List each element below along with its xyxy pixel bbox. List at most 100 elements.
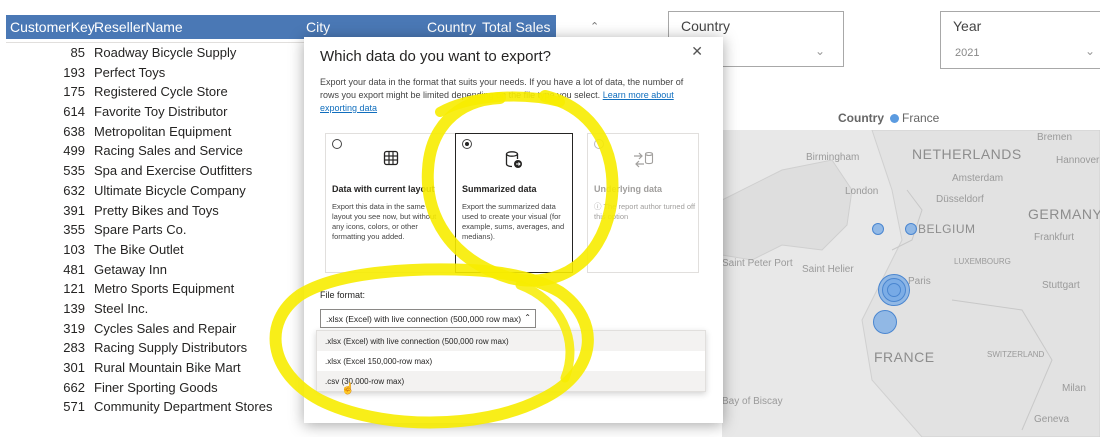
dialog-title: Which data do you want to export? [320, 48, 551, 65]
cell-customerkey: 391 [63, 202, 85, 218]
map-label-saint-helier: Saint Helier [802, 264, 854, 275]
mouse-pointer-icon: ☝ [341, 383, 355, 395]
header-country[interactable]: Country [427, 19, 476, 35]
file-format-option-csv[interactable]: .csv (30,000-row max) [317, 371, 705, 391]
cell-resellername: The Bike Outlet [94, 241, 184, 257]
map-bubble[interactable] [873, 310, 897, 334]
export-data-dialog: Which data do you want to export? ✕ Expo… [304, 37, 723, 423]
option-description: Export this data in the same layout you … [332, 202, 437, 241]
cell-resellername: Racing Supply Distributors [94, 340, 248, 356]
chevron-down-icon[interactable]: ⌄ [815, 44, 825, 58]
cell-customerkey: 481 [63, 261, 85, 277]
cell-customerkey: 103 [63, 241, 85, 257]
header-resellername[interactable]: ResellerName [94, 19, 183, 35]
year-slicer-title: Year [953, 18, 982, 34]
option-disabled-note: ⓘ The report author turned off this opti… [594, 202, 700, 222]
chevron-up-icon[interactable]: ⌃ [524, 313, 531, 322]
map-label-amsterdam: Amsterdam [952, 173, 1004, 184]
cell-resellername: Metropolitan Equipment [94, 123, 232, 139]
cell-resellername: Steel Inc. [94, 300, 149, 316]
option-label: .csv (30,000-row max) [325, 377, 405, 386]
cell-resellername: Community Department Stores [94, 399, 273, 415]
country-slicer-title: Country [681, 18, 731, 34]
cell-customerkey: 632 [63, 182, 85, 198]
option-radio[interactable] [332, 139, 342, 149]
cell-resellername: Roadway Bicycle Supply [94, 45, 237, 60]
map-label-frankfurt: Frankfurt [1034, 232, 1075, 243]
cell-customerkey: 535 [63, 163, 85, 179]
dialog-description: Export your data in the format that suit… [320, 76, 695, 115]
map-bubble[interactable] [872, 223, 884, 235]
option-summarized-data[interactable]: Summarized data Export the summarized da… [455, 133, 573, 273]
cell-customerkey: 571 [63, 399, 85, 415]
table-grid-icon [383, 150, 399, 171]
data-transfer-icon [632, 150, 654, 175]
cell-customerkey: 662 [63, 379, 85, 395]
database-export-icon [504, 150, 524, 175]
map-label-france: FRANCE [874, 349, 935, 365]
info-icon: ⓘ [594, 202, 602, 211]
cell-resellername: Pretty Bikes and Toys [94, 202, 219, 218]
cell-resellername: Getaway Inn [94, 261, 167, 277]
header-city[interactable]: City [306, 19, 330, 35]
map-label-belgium: BELGIUM [918, 222, 976, 236]
cell-resellername: Perfect Toys [94, 64, 166, 80]
legend-item[interactable]: France [902, 111, 939, 125]
cell-resellername: Spa and Exercise Outfitters [94, 163, 253, 179]
cell-customerkey: 301 [63, 360, 85, 375]
scroll-up-icon[interactable]: ⌃ [590, 20, 599, 33]
file-format-option-xlsx[interactable]: .xlsx (Excel 150,000-row max) [317, 351, 705, 371]
option-data-with-current-layout[interactable]: Data with current layout Export this dat… [325, 133, 457, 273]
table-header: CustomerKey ResellerName City Country To… [6, 15, 556, 39]
file-format-options-list: .xlsx (Excel) with live connection (500,… [316, 330, 706, 392]
cell-resellername: Racing Sales and Service [94, 143, 243, 159]
cell-customerkey: 139 [63, 300, 85, 316]
map-label-switzerland: SWITZERLAND [987, 350, 1045, 359]
option-disabled-text: The report author turned off this option [594, 202, 696, 221]
cell-resellername: Spare Parts Co. [94, 222, 187, 238]
cell-customerkey: 355 [63, 222, 85, 238]
header-customerkey[interactable]: CustomerKey [10, 19, 95, 35]
legend-title: Country [838, 111, 884, 125]
option-label: .xlsx (Excel 150,000-row max) [325, 357, 433, 366]
map-label-geneva: Geneva [1034, 414, 1070, 425]
cell-customerkey: 499 [63, 143, 85, 159]
option-radio[interactable] [462, 139, 472, 149]
map-label-germany: GERMANY [1028, 206, 1100, 222]
map-label-netherlands: NETHERLANDS [912, 146, 1022, 162]
option-radio [594, 139, 604, 149]
header-total-sales[interactable]: Total Sales [482, 19, 550, 35]
cell-resellername: Metro Sports Equipment [94, 281, 235, 297]
file-format-option-xlsx-live[interactable]: .xlsx (Excel) with live connection (500,… [317, 331, 705, 351]
map-label-stuttgart: Stuttgart [1042, 280, 1080, 291]
map-visual[interactable]: Birmingham NETHERLANDS Bremen Hannover A… [722, 130, 1100, 437]
close-icon[interactable]: ✕ [691, 43, 703, 60]
cell-resellername: Cycles Sales and Repair [94, 320, 237, 336]
map-bubble[interactable] [905, 223, 917, 235]
option-label: .xlsx (Excel) with live connection (500,… [325, 337, 509, 346]
file-format-selected-value: .xlsx (Excel) with live connection (500,… [326, 314, 522, 324]
map-legend: Country France [838, 111, 939, 125]
option-title: Underlying data [594, 184, 663, 194]
map-label-dusseldorf: Düsseldorf [936, 194, 984, 205]
year-slicer[interactable]: Year 2021 ⌄ [940, 11, 1100, 69]
cell-customerkey: 121 [63, 281, 85, 297]
map-label-hannover: Hannover [1056, 155, 1100, 166]
map-label-bremen: Bremen [1037, 132, 1073, 143]
cell-customerkey: 283 [63, 340, 85, 356]
cell-customerkey: 175 [63, 84, 85, 100]
cell-customerkey: 319 [63, 320, 85, 336]
map-bubble[interactable] [887, 283, 901, 297]
map-label-bay-of-biscay: Bay of Biscay [722, 396, 783, 407]
cell-customerkey: 638 [63, 123, 85, 139]
map-label-milan: Milan [1062, 383, 1086, 394]
map-label-paris: Paris [908, 276, 931, 287]
option-title: Summarized data [462, 184, 537, 194]
file-format-dropdown[interactable]: .xlsx (Excel) with live connection (500,… [320, 309, 536, 328]
cell-customerkey: 193 [63, 64, 85, 80]
option-description: Export the summarized data used to creat… [462, 202, 565, 241]
map-label-luxembourg: LUXEMBOURG [954, 257, 1011, 266]
cell-resellername: Rural Mountain Bike Mart [94, 360, 241, 375]
chevron-down-icon[interactable]: ⌄ [1085, 44, 1095, 58]
file-format-label: File format: [320, 290, 366, 300]
